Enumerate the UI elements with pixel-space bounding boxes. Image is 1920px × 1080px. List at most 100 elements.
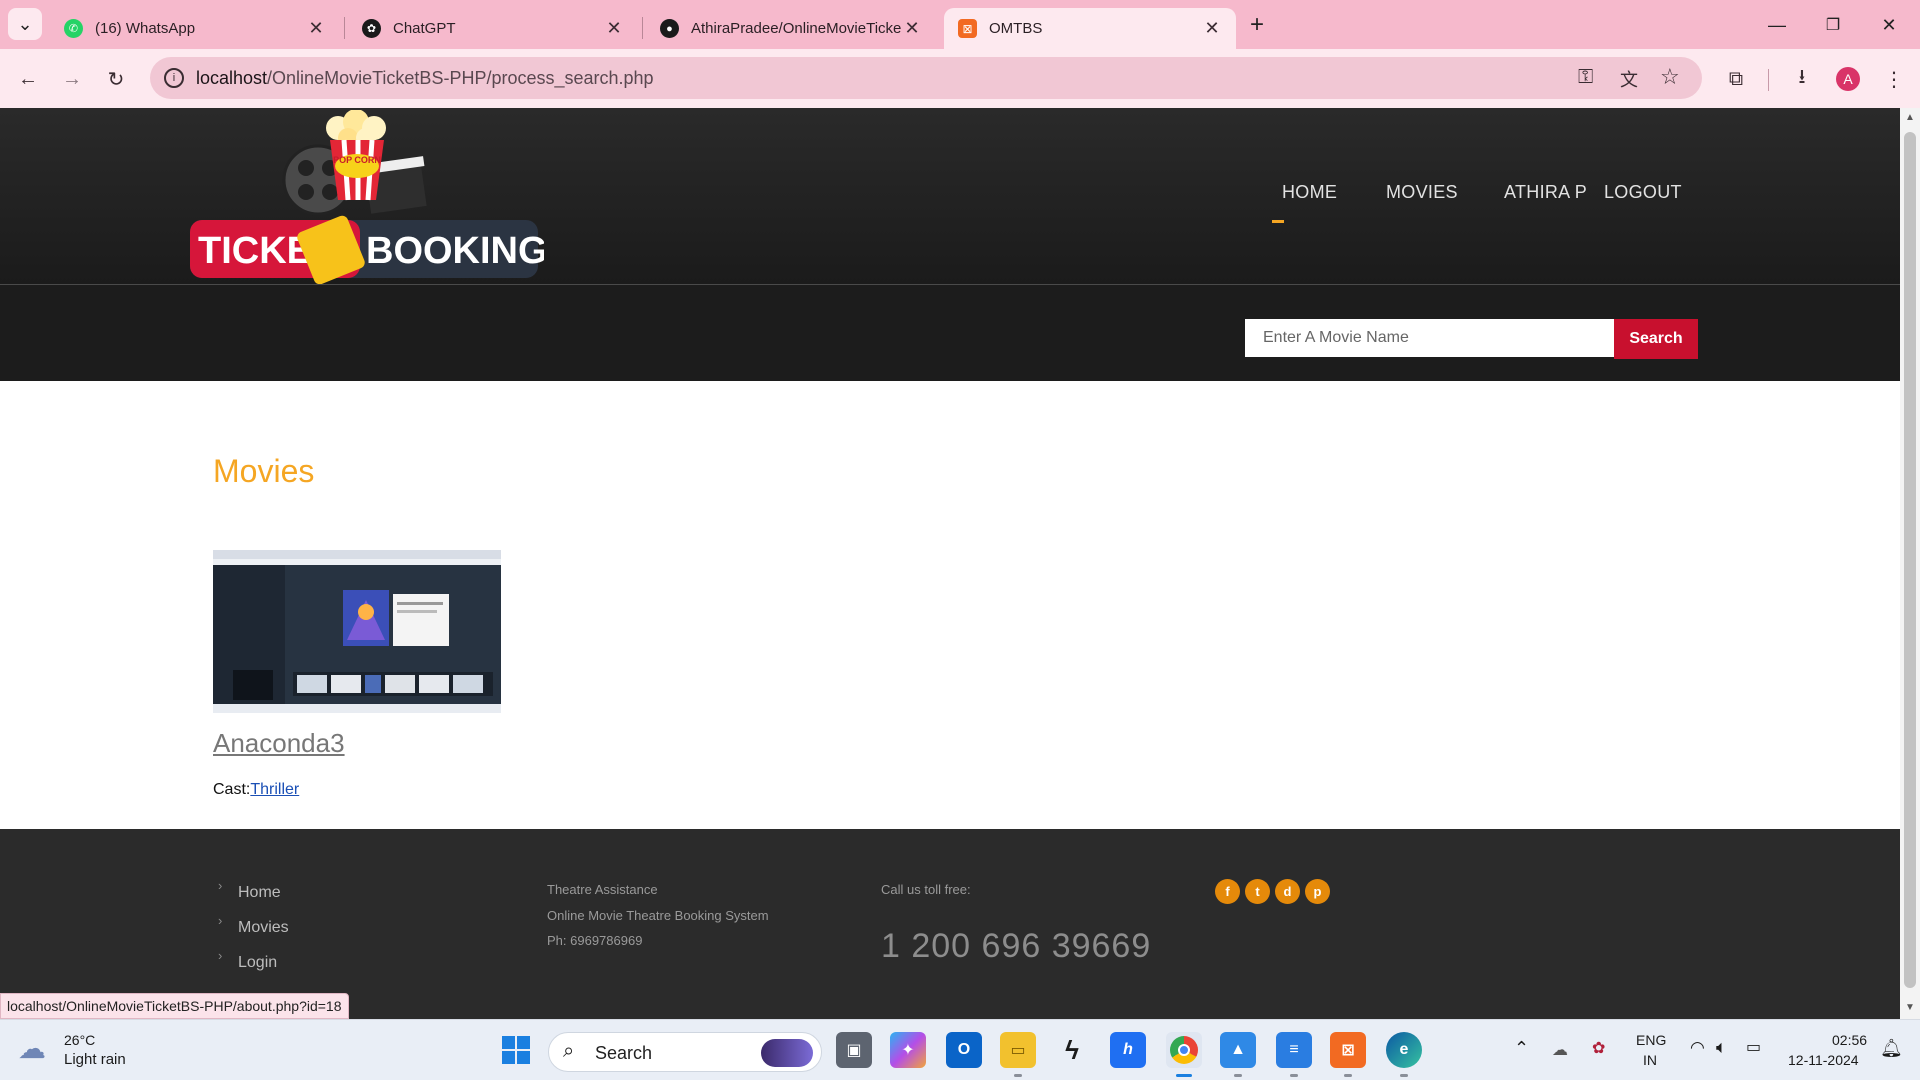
bookmark-star-icon[interactable]: ☆ — [1660, 64, 1680, 90]
app-h-icon[interactable]: h — [1110, 1032, 1146, 1068]
avatar: A — [1836, 67, 1860, 91]
chevron-right-icon: › — [218, 913, 223, 928]
twitter-icon[interactable]: t — [1245, 879, 1270, 904]
movie-poster[interactable] — [213, 550, 501, 713]
dribbble-icon[interactable]: d — [1275, 879, 1300, 904]
movie-search-input[interactable] — [1245, 319, 1615, 357]
close-tab-icon[interactable]: ✕ — [1202, 18, 1222, 39]
running-indicator — [1400, 1074, 1408, 1077]
site-footer: › Home › Movies › Login Theatre Assistan… — [0, 829, 1900, 1019]
close-tab-icon[interactable]: ✕ — [902, 18, 922, 39]
xampp-taskbar-icon[interactable]: ⊠ — [1330, 1032, 1366, 1068]
chatgpt-icon: ✿ — [362, 19, 381, 38]
edge-icon[interactable]: e — [1386, 1032, 1422, 1068]
close-tab-icon[interactable]: ✕ — [306, 18, 326, 39]
site-info-icon[interactable]: i — [164, 68, 184, 88]
photos-icon[interactable]: ▲ — [1220, 1032, 1256, 1068]
back-arrow-icon[interactable]: ← — [12, 63, 44, 95]
windows-start-icon[interactable] — [498, 1032, 534, 1068]
assist-line: Online Movie Theatre Booking System — [547, 908, 769, 923]
nav-logout[interactable]: LOGOUT — [1604, 182, 1682, 203]
running-indicator — [1234, 1074, 1242, 1077]
close-tab-icon[interactable]: ✕ — [604, 18, 624, 39]
tab-chatgpt[interactable]: ✿ ChatGPT ✕ — [348, 8, 638, 49]
weather-widget[interactable]: ☁ 26°C Light rain — [18, 1030, 158, 1072]
tab-title: OMTBS — [989, 20, 1043, 37]
toolbar-divider — [1768, 69, 1769, 91]
outlook-icon[interactable]: O — [946, 1032, 982, 1068]
tab-omtbs[interactable]: ⊠ OMTBS ✕ — [944, 8, 1236, 49]
address-bar[interactable]: i localhost/OnlineMovieTicketBS-PHP/proc… — [150, 57, 1702, 99]
notepad-icon[interactable]: ≡ — [1276, 1032, 1312, 1068]
taskbar-search[interactable]: ⌕ Search — [548, 1032, 822, 1072]
language-top[interactable]: ENG — [1636, 1032, 1666, 1048]
footer-link-label: Login — [238, 954, 278, 971]
nav-user[interactable]: ATHIRA P — [1504, 182, 1587, 203]
page-scrollbar[interactable]: ▲ ▼ — [1900, 108, 1920, 1019]
forward-arrow-icon[interactable]: → — [56, 63, 88, 95]
cast-link[interactable]: Thriller — [250, 781, 299, 798]
search-button[interactable]: Search — [1614, 319, 1698, 359]
scroll-down-icon[interactable]: ▼ — [1905, 1002, 1915, 1013]
site-header: POP CORN TICKET BOOKING HOME MOVIES ATHI… — [0, 108, 1900, 286]
tab-title: AthiraPradee/OnlineMovieTicke — [691, 20, 902, 37]
movie-cast: Cast:Thriller — [213, 781, 299, 799]
tab-title: (16) WhatsApp — [95, 20, 196, 37]
footer-link-home[interactable]: › Home — [218, 878, 281, 902]
notification-bell-icon[interactable]: 🔔︎ — [1880, 1038, 1903, 1059]
tab-github[interactable]: ● AthiraPradee/OnlineMovieTicke ✕ — [646, 8, 936, 49]
main-content: Movies Anaconda3 Cast:Thriller — [0, 381, 1900, 829]
tab-search-button[interactable]: ⌄ — [8, 8, 42, 40]
search-icon: ⌕ — [563, 1040, 575, 1062]
minimize-button[interactable]: — — [1760, 10, 1794, 40]
tab-whatsapp[interactable]: ✆ (16) WhatsApp ✕ — [50, 8, 340, 49]
nav-movies[interactable]: MOVIES — [1386, 182, 1458, 203]
restore-button[interactable]: ❐ — [1816, 10, 1850, 40]
password-key-icon[interactable]: ⚿ — [1578, 66, 1593, 89]
nav-active-indicator — [1272, 220, 1284, 223]
new-tab-button[interactable]: + — [1240, 10, 1274, 40]
profile-avatar[interactable]: A — [1832, 63, 1864, 95]
app-tray-icon[interactable]: ✿ — [1592, 1038, 1605, 1058]
assist-title: Theatre Assistance — [547, 882, 658, 897]
chevron-right-icon: › — [218, 948, 223, 963]
pinterest-icon[interactable]: p — [1305, 879, 1330, 904]
url-text[interactable]: localhost/OnlineMovieTicketBS-PHP/proces… — [196, 68, 654, 89]
footer-link-movies[interactable]: › Movies — [218, 913, 289, 937]
footer-link-label: Home — [238, 884, 281, 901]
language-bottom[interactable]: IN — [1643, 1052, 1657, 1068]
onedrive-warning-icon[interactable]: ☁ — [1552, 1040, 1568, 1060]
scrollbar-thumb[interactable] — [1904, 132, 1916, 988]
assist-phone: Ph: 6969786969 — [547, 933, 643, 948]
volume-icon[interactable]: 🔈︎ — [1716, 1037, 1727, 1058]
battery-icon[interactable]: ▭ — [1746, 1037, 1761, 1057]
footer-link-label: Movies — [238, 919, 289, 936]
chevron-down-icon: ⌄ — [17, 13, 33, 34]
active-indicator — [1176, 1074, 1192, 1077]
task-view-icon[interactable]: ▣ — [836, 1032, 872, 1068]
footer-link-login[interactable]: › Login — [218, 948, 278, 972]
extensions-icon[interactable]: ⧉ — [1720, 63, 1752, 95]
facebook-icon[interactable]: f — [1215, 879, 1240, 904]
movie-title-link[interactable]: Anaconda3 — [213, 728, 345, 759]
copilot-icon[interactable]: ✦ — [890, 1032, 926, 1068]
wifi-icon[interactable]: ◠ — [1690, 1038, 1705, 1058]
scroll-up-icon[interactable]: ▲ — [1905, 112, 1915, 123]
chrome-icon[interactable] — [1166, 1032, 1202, 1068]
chevron-up-icon[interactable]: ⌃ — [1514, 1038, 1529, 1059]
site-logo[interactable]: POP CORN TICKET BOOKING — [188, 109, 548, 286]
close-window-button[interactable]: ✕ — [1872, 10, 1906, 40]
nav-home[interactable]: HOME — [1282, 182, 1337, 203]
translate-icon[interactable]: 文 — [1620, 66, 1638, 92]
clock-date[interactable]: 12-11-2024 — [1788, 1052, 1859, 1068]
tab-separator — [344, 17, 345, 39]
weather-temp: 26°C — [64, 1032, 96, 1048]
clock-time[interactable]: 02:56 — [1832, 1032, 1867, 1048]
app-lightning-icon[interactable]: ϟ — [1054, 1032, 1090, 1068]
url-host: localhost — [196, 68, 268, 88]
url-path: /OnlineMovieTicketBS-PHP/process_search.… — [267, 68, 654, 88]
download-icon[interactable]: ⭳ — [1786, 63, 1818, 95]
menu-kebab-icon[interactable]: ⋮ — [1878, 63, 1910, 95]
reload-icon[interactable]: ↻ — [100, 63, 132, 95]
file-explorer-icon[interactable]: ▭ — [1000, 1032, 1036, 1068]
